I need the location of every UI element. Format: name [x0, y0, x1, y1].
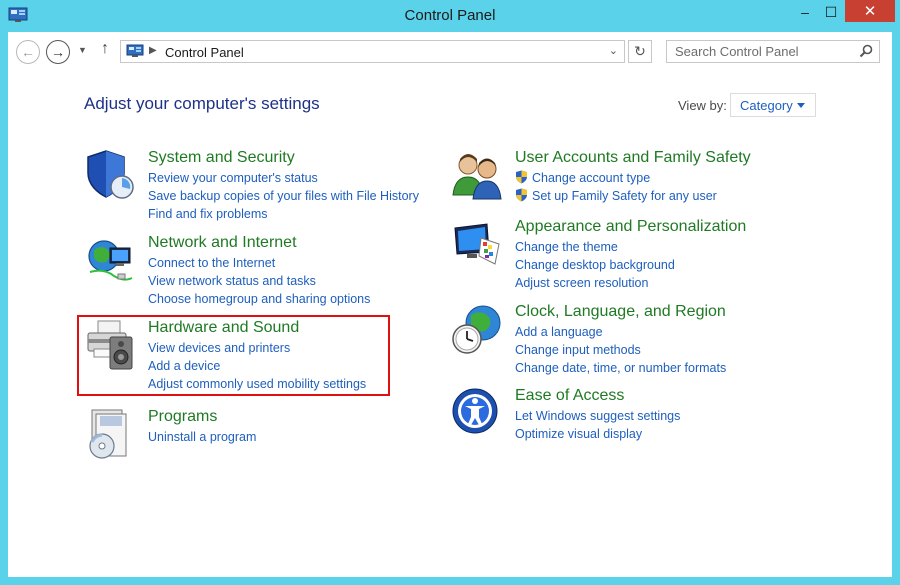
link-review-computer-status[interactable]: Review your computer's status: [148, 169, 419, 187]
clock-globe-icon[interactable]: [451, 303, 503, 355]
category-links: Uninstall a program: [148, 428, 256, 446]
link-choose-homegroup[interactable]: Choose homegroup and sharing options: [148, 290, 370, 308]
link-uninstall-a-program[interactable]: Uninstall a program: [148, 428, 256, 446]
arrow-right-icon: →: [51, 44, 65, 60]
category-title-ease-of-access[interactable]: Ease of Access: [515, 387, 624, 405]
breadcrumb-separator-icon[interactable]: ▶: [149, 45, 157, 56]
monitor-palette-icon[interactable]: [451, 218, 503, 270]
category-links: Change account type Set up Family Safety…: [515, 169, 717, 205]
maximize-button[interactable]: ☐: [820, 0, 842, 24]
recent-locations-button[interactable]: ▼: [78, 45, 87, 55]
view-by-dropdown[interactable]: Category: [730, 93, 816, 117]
shield-icon[interactable]: [84, 149, 136, 201]
forward-button[interactable]: →: [46, 40, 70, 64]
category-links: Review your computer's status Save backu…: [148, 169, 419, 223]
link-save-backup-copies[interactable]: Save backup copies of your files with Fi…: [148, 187, 419, 205]
arrow-left-icon: ←: [21, 44, 35, 60]
category-links: Let Windows suggest settings Optimize vi…: [515, 407, 680, 443]
search-icon[interactable]: [859, 44, 873, 58]
link-adjust-screen-resolution[interactable]: Adjust screen resolution: [515, 274, 675, 292]
search-box[interactable]: [666, 40, 880, 63]
link-text: Set up Family Safety for any user: [532, 189, 717, 203]
breadcrumb-control-panel[interactable]: Control Panel: [165, 45, 244, 60]
page-title: Adjust your computer's settings: [84, 94, 320, 113]
link-connect-to-internet[interactable]: Connect to the Internet: [148, 254, 370, 272]
category-links: Change the theme Change desktop backgrou…: [515, 238, 675, 292]
window-client: ← → ▼ ↑ ▶ Control Panel ⌄ ↻ Search Contr…: [8, 32, 892, 577]
category-title-appearance[interactable]: Appearance and Personalization: [515, 218, 746, 236]
link-optimize-visual-display[interactable]: Optimize visual display: [515, 425, 680, 443]
link-text: Change account type: [532, 171, 651, 185]
category-title-clock-language-region[interactable]: Clock, Language, and Region: [515, 303, 726, 321]
arrow-up-icon: ↑: [101, 40, 109, 57]
window-title: Control Panel: [404, 7, 496, 24]
caret-down-icon: [797, 103, 805, 108]
users-icon[interactable]: [451, 149, 503, 201]
ease-of-access-icon[interactable]: [451, 387, 503, 439]
link-let-windows-suggest-settings[interactable]: Let Windows suggest settings: [515, 407, 680, 425]
programs-disc-icon[interactable]: [84, 408, 136, 460]
back-button[interactable]: ←: [16, 40, 40, 64]
category-title-programs[interactable]: Programs: [148, 408, 217, 426]
category-links: Connect to the Internet View network sta…: [148, 254, 370, 308]
up-button[interactable]: ↑: [101, 40, 109, 58]
link-change-account-type[interactable]: Change account type: [515, 169, 717, 187]
control-panel-icon: [126, 44, 144, 57]
window: Control Panel – ☐ ✕ ← → ▼ ↑ ▶ Control Pa…: [0, 0, 900, 585]
view-by-label: View by:: [678, 98, 727, 113]
minimize-button[interactable]: –: [794, 0, 816, 24]
category-links: Add a language Change input methods Chan…: [515, 323, 726, 377]
link-view-network-status[interactable]: View network status and tasks: [148, 272, 370, 290]
chevron-down-icon: ▼: [78, 45, 87, 55]
search-input[interactable]: [667, 41, 852, 62]
close-button[interactable]: ✕: [845, 0, 895, 22]
title-bar[interactable]: Control Panel – ☐ ✕: [0, 0, 900, 32]
refresh-button[interactable]: ↻: [628, 40, 652, 63]
link-set-up-family-safety[interactable]: Set up Family Safety for any user: [515, 187, 717, 205]
address-bar[interactable]: ▶ Control Panel ⌄: [120, 40, 625, 63]
link-change-desktop-background[interactable]: Change desktop background: [515, 256, 675, 274]
view-by-value: Category: [740, 98, 793, 113]
link-add-a-language[interactable]: Add a language: [515, 323, 726, 341]
address-dropdown-icon[interactable]: ⌄: [609, 44, 618, 57]
link-change-the-theme[interactable]: Change the theme: [515, 238, 675, 256]
category-title-system-and-security[interactable]: System and Security: [148, 149, 295, 167]
uac-shield-icon: [516, 188, 527, 202]
category-title-user-accounts[interactable]: User Accounts and Family Safety: [515, 149, 751, 167]
highlight-box: [77, 315, 390, 396]
uac-shield-icon: [516, 170, 527, 184]
refresh-icon: ↻: [634, 43, 646, 59]
link-change-input-methods[interactable]: Change input methods: [515, 341, 726, 359]
category-title-network-and-internet[interactable]: Network and Internet: [148, 234, 297, 252]
link-find-and-fix-problems[interactable]: Find and fix problems: [148, 205, 419, 223]
navigation-bar: ← → ▼ ↑ ▶ Control Panel ⌄ ↻: [8, 32, 892, 72]
network-globe-icon[interactable]: [84, 234, 136, 286]
link-change-date-time-formats[interactable]: Change date, time, or number formats: [515, 359, 726, 377]
